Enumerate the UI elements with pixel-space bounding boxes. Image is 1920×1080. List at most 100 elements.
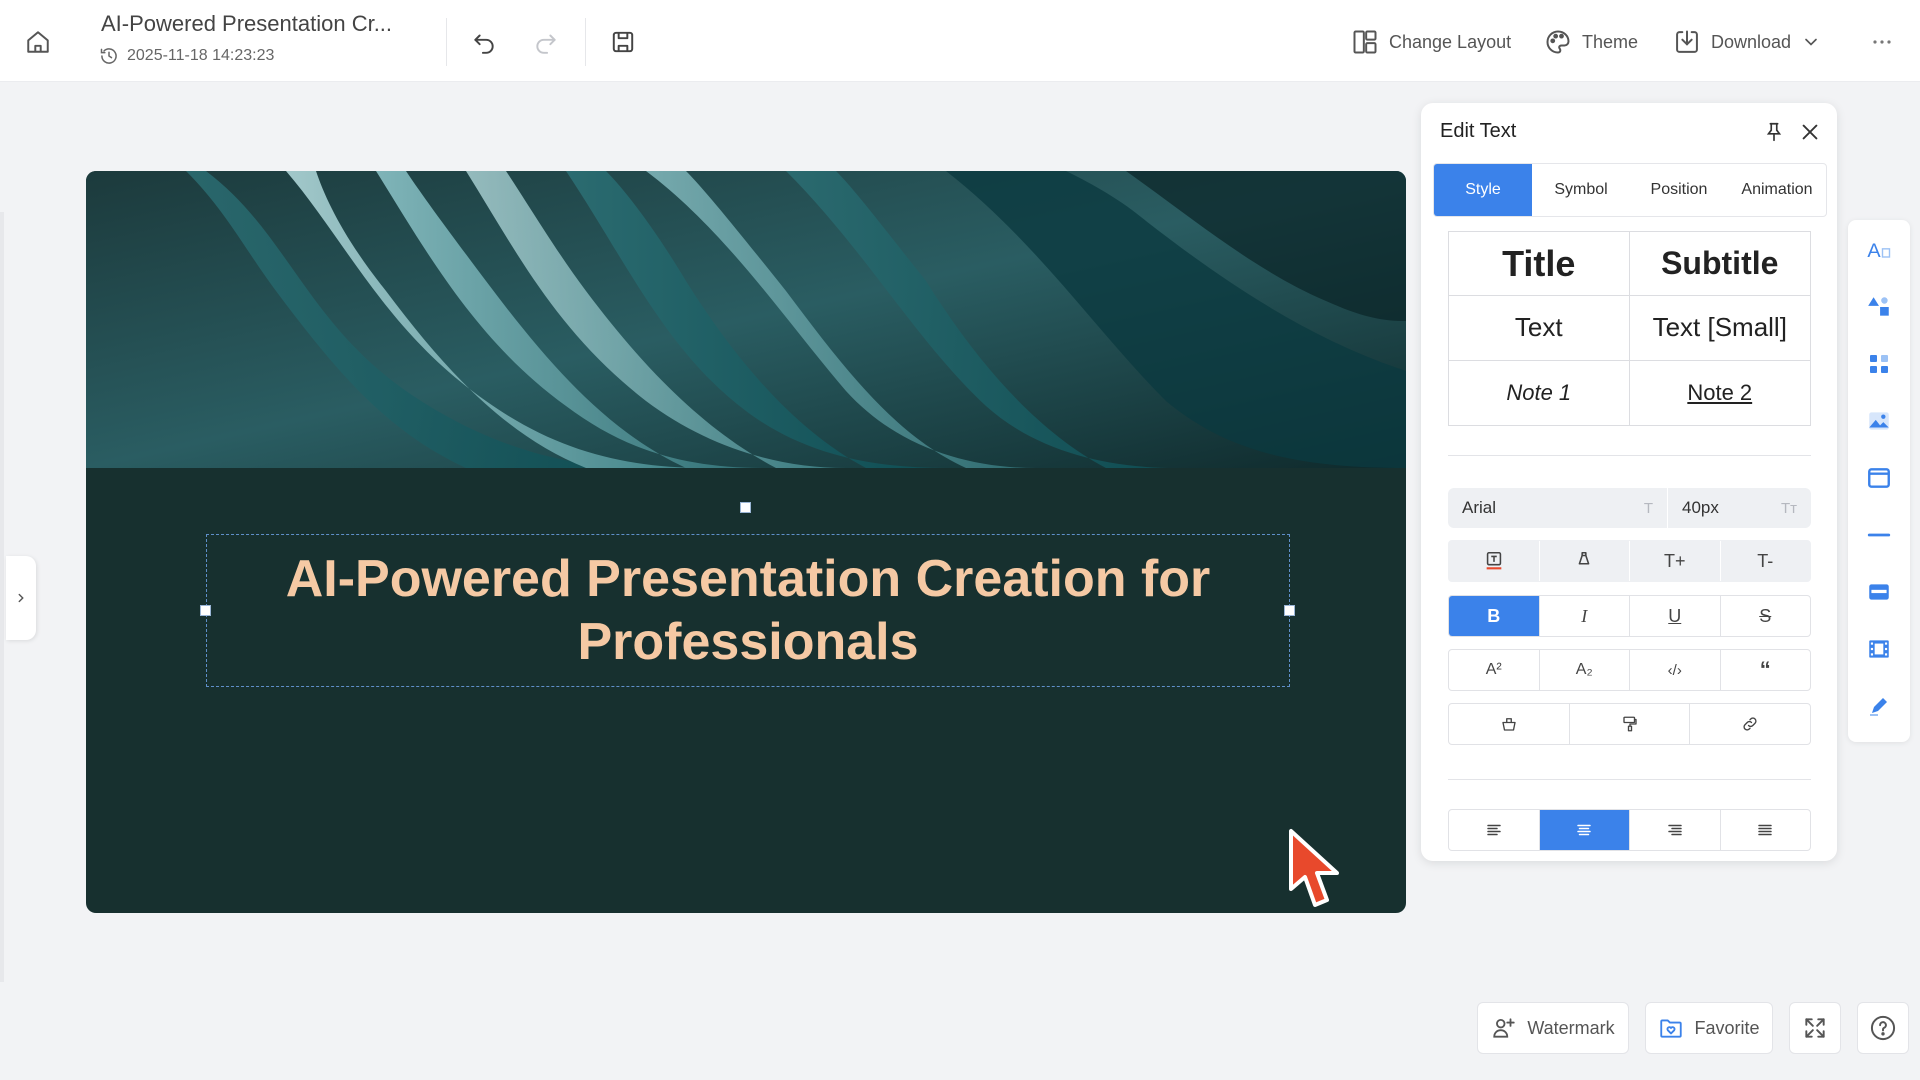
align-justify-icon <box>1758 824 1772 836</box>
chevron-right-icon <box>18 593 24 603</box>
preset-title[interactable]: Title <box>1449 232 1630 297</box>
resize-handle-left[interactable] <box>200 605 211 616</box>
video-icon <box>1869 640 1889 658</box>
document-title[interactable]: AI-Powered Presentation Cr... <box>101 11 392 37</box>
font-size-icon: Tт <box>1780 499 1797 517</box>
help-button[interactable] <box>1857 1002 1909 1054</box>
download-icon <box>1676 30 1698 53</box>
video-tool[interactable] <box>1865 635 1893 663</box>
mouse-cursor-icon <box>1289 829 1339 907</box>
font-controls: Arial T 40px Tт <box>1448 488 1811 528</box>
underline-button[interactable]: U <box>1630 596 1721 636</box>
save-button[interactable] <box>603 22 643 62</box>
help-icon <box>1870 1015 1896 1041</box>
preset-text-small[interactable]: Text [Small] <box>1629 296 1810 361</box>
shapes-tool[interactable] <box>1865 293 1893 321</box>
divider <box>446 18 447 66</box>
link-button[interactable] <box>1690 704 1810 744</box>
frame-icon <box>1868 468 1890 488</box>
font-size-select[interactable]: 40px Tт <box>1668 488 1811 528</box>
eraser-icon <box>1502 718 1516 731</box>
favorite-button[interactable]: Favorite <box>1645 1002 1773 1054</box>
tab-position[interactable]: Position <box>1630 164 1728 216</box>
grid-tool[interactable] <box>1865 350 1893 378</box>
italic-button[interactable]: I <box>1540 596 1630 636</box>
more-button[interactable] <box>1862 22 1902 62</box>
subscript-button[interactable]: A₂ <box>1540 650 1630 690</box>
edit-text-panel: Edit Text Style Symbol Position Animatio… <box>1421 103 1837 861</box>
right-toolbar: A <box>1848 220 1910 742</box>
divider-icon <box>1867 533 1891 537</box>
tab-style[interactable]: Style <box>1434 164 1532 216</box>
align-right-icon <box>1668 824 1682 836</box>
format-painter-button[interactable] <box>1570 704 1691 744</box>
title-text-box[interactable]: AI-Powered Presentation Creation for Pro… <box>206 534 1290 687</box>
preset-subtitle[interactable]: Subtitle <box>1629 232 1810 297</box>
resize-handle-top[interactable] <box>740 502 751 513</box>
decrease-font-button[interactable]: T- <box>1721 541 1811 581</box>
quote-button[interactable]: “ <box>1721 650 1811 690</box>
theme-button[interactable]: Theme <box>1544 22 1638 62</box>
tools-row <box>1448 703 1811 745</box>
abstract-teal-waves-image <box>86 171 1406 468</box>
font-family-select[interactable]: Arial T <box>1448 488 1668 528</box>
superscript-button[interactable]: A² <box>1449 650 1540 690</box>
watermark-icon <box>1493 1018 1515 1038</box>
history-icon <box>100 48 117 64</box>
watermark-label: Watermark <box>1527 1017 1615 1038</box>
clear-format-button[interactable] <box>1449 704 1570 744</box>
code-button[interactable]: ‹/› <box>1630 650 1721 690</box>
divider <box>1448 455 1811 456</box>
preset-text[interactable]: Text <box>1449 296 1630 361</box>
tab-symbol[interactable]: Symbol <box>1532 164 1630 216</box>
frame-tool[interactable] <box>1865 464 1893 492</box>
strikethrough-button[interactable]: S <box>1721 596 1811 636</box>
text-color-button[interactable] <box>1449 541 1540 581</box>
align-right-button[interactable] <box>1630 810 1721 850</box>
fullscreen-icon <box>1805 1018 1825 1038</box>
script-row: A² A₂ ‹/› “ <box>1448 649 1811 691</box>
watermark-button[interactable]: Watermark <box>1477 1002 1629 1054</box>
pen-tool[interactable] <box>1865 692 1893 720</box>
home-icon <box>27 31 49 53</box>
highlight-button[interactable] <box>1540 541 1630 581</box>
panel-tabs: Style Symbol Position Animation <box>1433 163 1827 217</box>
align-justify-button[interactable] <box>1721 810 1811 850</box>
image-tool[interactable] <box>1865 407 1893 435</box>
home-button[interactable] <box>20 24 56 60</box>
preset-note-2[interactable]: Note 2 <box>1630 361 1811 425</box>
undo-button[interactable] <box>464 22 504 62</box>
increase-font-button[interactable]: T+ <box>1630 541 1721 581</box>
layout-icon <box>1353 30 1377 54</box>
align-center-button[interactable] <box>1539 810 1630 850</box>
redo-button[interactable] <box>526 22 566 62</box>
redo-icon <box>536 34 556 54</box>
bold-button[interactable]: B <box>1449 596 1540 636</box>
preset-note-1[interactable]: Note 1 <box>1449 360 1630 425</box>
text-style-tool[interactable]: A <box>1865 236 1893 264</box>
table-icon <box>1869 584 1889 600</box>
pin-button[interactable] <box>1759 117 1789 147</box>
highlight-icon <box>1578 551 1590 565</box>
theme-label: Theme <box>1582 31 1639 52</box>
expand-slides-button[interactable] <box>6 556 36 640</box>
palette-icon <box>1546 30 1570 54</box>
slides-panel-edge <box>0 212 4 982</box>
alignment-row <box>1448 809 1811 851</box>
undo-icon <box>474 34 494 54</box>
resize-handle-right[interactable] <box>1284 605 1295 616</box>
change-layout-button[interactable]: Change Layout <box>1351 22 1511 62</box>
table-tool[interactable] <box>1865 578 1893 606</box>
pin-icon <box>1766 122 1782 142</box>
slide-title[interactable]: AI-Powered Presentation Creation for Pro… <box>268 548 1228 674</box>
fullscreen-button[interactable] <box>1789 1002 1841 1054</box>
divider <box>585 18 586 66</box>
close-button[interactable] <box>1795 117 1825 147</box>
divider-tool[interactable] <box>1865 521 1893 549</box>
document-timestamp: 2025-11-18 14:23:23 <box>99 46 274 66</box>
align-left-button[interactable] <box>1449 810 1540 850</box>
download-button[interactable]: Download <box>1673 22 1821 62</box>
svg-text:A: A <box>1867 240 1881 262</box>
slide-canvas[interactable]: AI-Powered Presentation Creation for Pro… <box>86 171 1406 913</box>
tab-animation[interactable]: Animation <box>1728 164 1826 216</box>
